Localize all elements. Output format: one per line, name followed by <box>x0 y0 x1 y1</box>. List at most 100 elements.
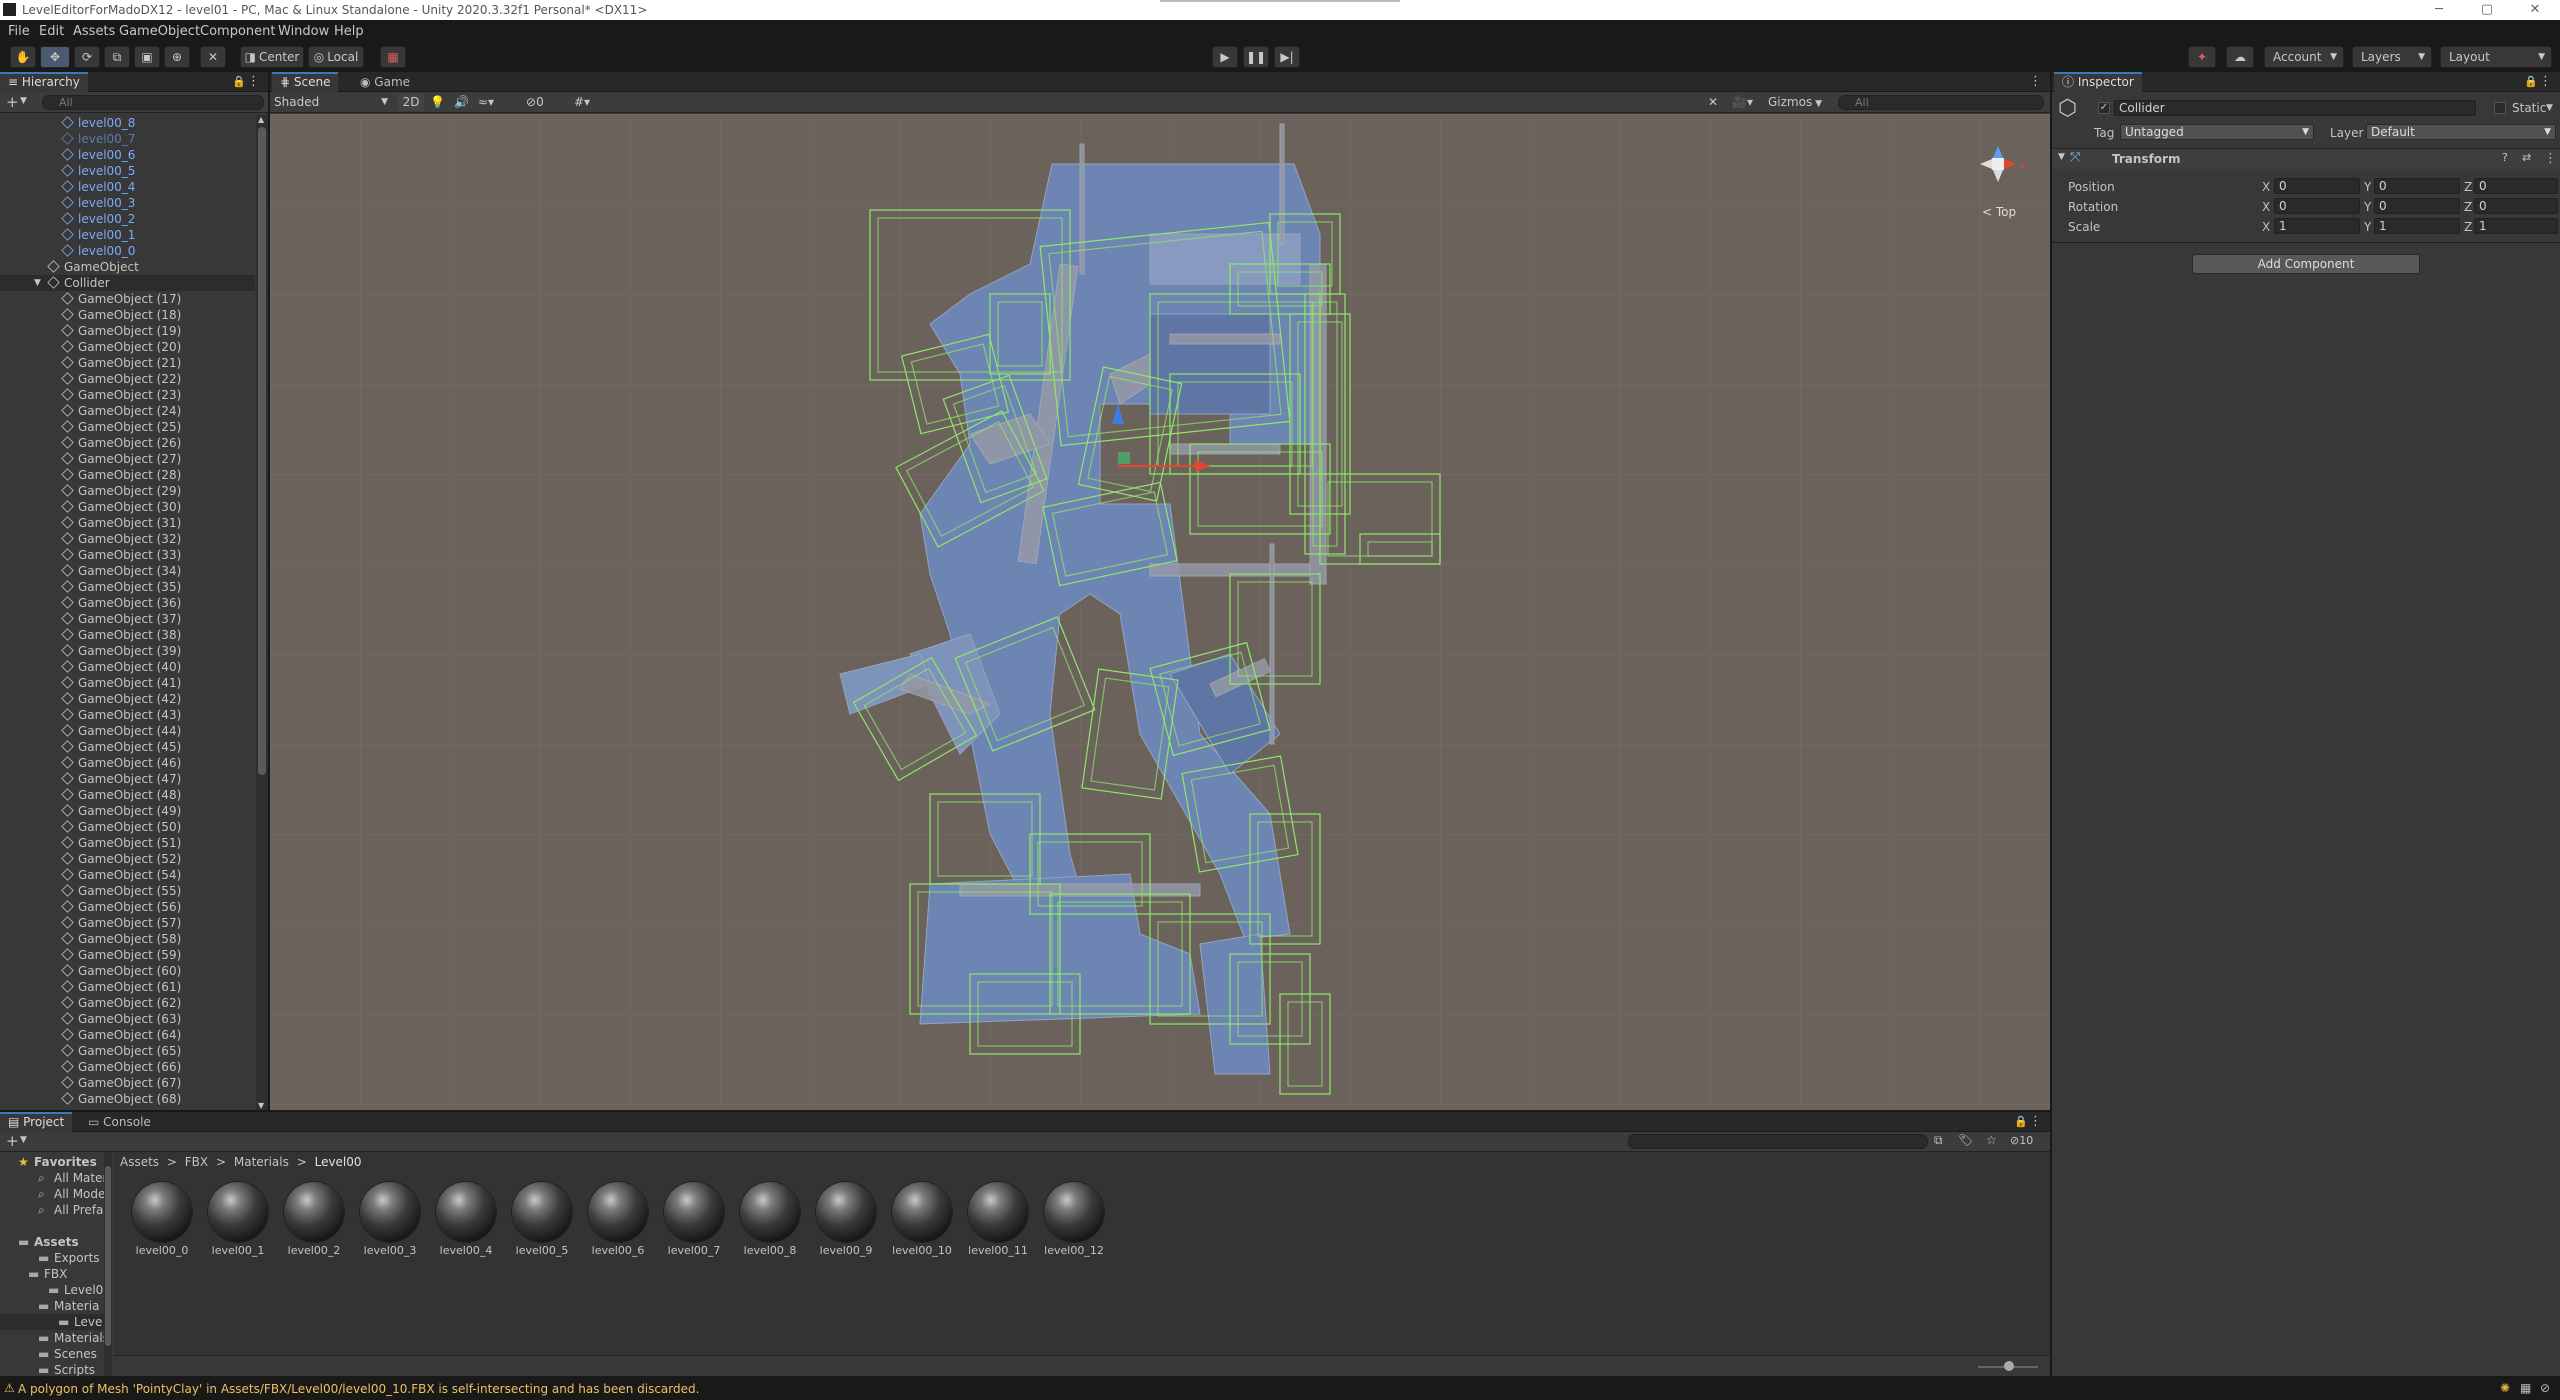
active-checkbox[interactable]: ✓ <box>2098 102 2110 114</box>
hierarchy-item[interactable]: GameObject (61) <box>0 979 255 995</box>
rotation-x-field[interactable]: 0 <box>2274 198 2360 214</box>
scale-z-field[interactable]: 1 <box>2474 218 2558 234</box>
hierarchy-item[interactable]: level00_5 <box>0 163 255 179</box>
hierarchy-item[interactable]: GameObject (30) <box>0 499 255 515</box>
hierarchy-item[interactable]: GameObject (65) <box>0 1043 255 1059</box>
chevron-down-icon[interactable]: ▼ <box>2546 103 2553 113</box>
custom-tool-button[interactable]: ✕ <box>200 46 226 68</box>
add-asset-button[interactable]: + <box>6 1132 19 1150</box>
rotation-z-field[interactable]: 0 <box>2474 198 2558 214</box>
hierarchy-item[interactable]: GameObject (43) <box>0 707 255 723</box>
collab-button[interactable]: ✦ <box>2188 46 2216 68</box>
hierarchy-item[interactable]: GameObject (35) <box>0 579 255 595</box>
tree-item[interactable]: ⌕ All Materi <box>0 1170 104 1186</box>
account-dropdown[interactable]: Account ▼ <box>2264 46 2344 68</box>
hierarchy-item[interactable]: level00_8 <box>0 115 255 131</box>
hierarchy-item[interactable]: level00_1 <box>0 227 255 243</box>
tree-item[interactable]: ▬ Materia <box>0 1298 104 1314</box>
material-asset[interactable]: level00_0 <box>127 1182 197 1257</box>
material-asset[interactable]: level00_3 <box>355 1182 425 1257</box>
tree-item[interactable]: ▬ Scripts <box>0 1362 104 1376</box>
lock-icon[interactable]: 🔒 <box>232 75 246 88</box>
hierarchy-item[interactable]: level00_0 <box>0 243 255 259</box>
position-x-field[interactable]: 0 <box>2274 178 2360 194</box>
material-asset[interactable]: level00_11 <box>963 1182 1033 1257</box>
hierarchy-item[interactable]: GameObject <box>0 259 255 275</box>
add-button[interactable]: + <box>6 93 19 111</box>
help-icon[interactable]: ? <box>2502 151 2508 164</box>
material-asset[interactable]: level00_6 <box>583 1182 653 1257</box>
kebab-menu-icon[interactable]: ⋮ <box>2029 74 2042 89</box>
hierarchy-item[interactable]: level00_4 <box>0 179 255 195</box>
hierarchy-item[interactable]: ▼ Collider <box>0 275 255 291</box>
lock-icon[interactable]: 🔒 <box>2014 1115 2028 1128</box>
tree-item[interactable]: ▬ Materials <box>0 1330 104 1346</box>
material-asset[interactable]: level00_2 <box>279 1182 349 1257</box>
hierarchy-item[interactable]: GameObject (46) <box>0 755 255 771</box>
hierarchy-item[interactable]: GameObject (17) <box>0 291 255 307</box>
tab-game[interactable]: ◉ Game <box>352 72 418 92</box>
scale-z-label[interactable]: Z <box>2464 220 2472 234</box>
chevron-down-icon[interactable]: ▼ <box>2058 152 2065 162</box>
kebab-menu-icon[interactable]: ⋮ <box>2539 74 2552 89</box>
pivot-local-button[interactable]: ◎ Local <box>308 46 364 68</box>
hidden-packages-toggle[interactable]: ⊘10 <box>2010 1134 2033 1147</box>
hierarchy-scrollbar[interactable]: ▲ ▼ <box>256 115 268 1110</box>
tree-item[interactable]: ▬ Scenes <box>0 1346 104 1362</box>
hierarchy-item[interactable]: GameObject (36) <box>0 595 255 611</box>
shading-mode-dropdown[interactable]: Shaded ▼ <box>274 94 392 111</box>
hand-tool-button[interactable]: ✋ <box>10 46 36 68</box>
maximize-button[interactable]: ▢ <box>2464 0 2510 20</box>
material-asset[interactable]: level00_12 <box>1039 1182 1109 1257</box>
hierarchy-search-input[interactable]: All <box>42 95 264 110</box>
hierarchy-item[interactable]: GameObject (33) <box>0 547 255 563</box>
transform-header[interactable]: ▼ ⤧ Transform ? ⇄ ⋮ <box>2052 149 2560 169</box>
hierarchy-item[interactable]: GameObject (59) <box>0 947 255 963</box>
pos-x-label[interactable]: X <box>2262 180 2270 194</box>
view-orientation-label[interactable]: < Top <box>1982 205 2016 219</box>
hierarchy-item[interactable]: GameObject (38) <box>0 627 255 643</box>
rot-x-label[interactable]: X <box>2262 200 2270 214</box>
tab-project[interactable]: ▤ Project <box>0 1112 73 1132</box>
material-asset[interactable]: level00_1 <box>203 1182 273 1257</box>
hierarchy-item[interactable]: GameObject (37) <box>0 611 255 627</box>
rotation-y-field[interactable]: 0 <box>2374 198 2460 214</box>
menu-component[interactable]: Component <box>200 24 275 39</box>
position-y-field[interactable]: 0 <box>2374 178 2460 194</box>
hierarchy-item[interactable]: GameObject (55) <box>0 883 255 899</box>
scale-tool-button[interactable]: ⧉ <box>104 46 130 68</box>
tab-hierarchy[interactable]: ≡ Hierarchy <box>0 72 88 92</box>
tree-item[interactable] <box>0 1218 104 1234</box>
hierarchy-item[interactable]: GameObject (44) <box>0 723 255 739</box>
layers-dropdown[interactable]: Layers ▼ <box>2352 46 2432 68</box>
material-asset[interactable]: level00_9 <box>811 1182 881 1257</box>
material-asset[interactable]: level00_4 <box>431 1182 501 1257</box>
scene-viewport[interactable]: x < Top <box>270 114 2050 1110</box>
scene-search-input[interactable]: All <box>1838 95 2044 110</box>
hierarchy-item[interactable]: GameObject (56) <box>0 899 255 915</box>
hierarchy-item[interactable]: GameObject (25) <box>0 419 255 435</box>
pos-z-label[interactable]: Z <box>2464 180 2472 194</box>
gizmo-center-cube[interactable] <box>1992 158 2004 170</box>
lock-icon[interactable]: 🔒 <box>2524 75 2538 88</box>
hierarchy-item[interactable]: GameObject (32) <box>0 531 255 547</box>
tab-inspector[interactable]: ⓘ Inspector <box>2054 72 2142 92</box>
hierarchy-item[interactable]: GameObject (67) <box>0 1075 255 1091</box>
hierarchy-item[interactable]: GameObject (29) <box>0 483 255 499</box>
audio-toggle-icon[interactable]: 🔊 <box>454 94 472 111</box>
hierarchy-item[interactable]: GameObject (63) <box>0 1011 255 1027</box>
scale-x-field[interactable]: 1 <box>2274 218 2360 234</box>
grid-dropdown-icon[interactable]: #▾ <box>574 94 604 111</box>
play-button[interactable]: ▶ <box>1212 46 1238 68</box>
material-asset[interactable]: level00_5 <box>507 1182 577 1257</box>
hierarchy-item[interactable]: GameObject (27) <box>0 451 255 467</box>
layer-dropdown[interactable]: Default ▼ <box>2366 124 2556 140</box>
hierarchy-item[interactable]: level00_7 <box>0 131 255 147</box>
close-button[interactable]: ✕ <box>2512 0 2558 20</box>
network-icon[interactable]: ▦ <box>2520 1381 2531 1395</box>
tree-item[interactable]: ▬ Leve <box>0 1314 104 1330</box>
rect-tool-button[interactable]: ▣ <box>134 46 160 68</box>
hierarchy-item[interactable]: level00_6 <box>0 147 255 163</box>
tree-item[interactable]: ⌕ All Model <box>0 1186 104 1202</box>
hierarchy-item[interactable]: GameObject (58) <box>0 931 255 947</box>
